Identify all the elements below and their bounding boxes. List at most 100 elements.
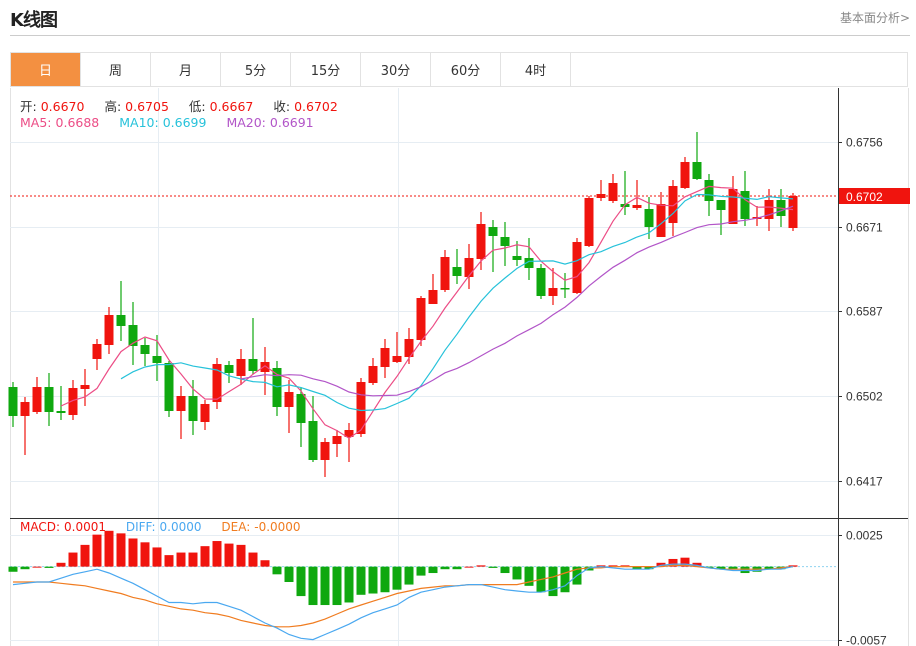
macd-bar: [740, 566, 750, 574]
macd-y-tick-label: 0.0025: [846, 529, 883, 543]
macd-bar: [224, 543, 234, 567]
candle-body: [44, 387, 54, 412]
candle-body: [320, 442, 330, 460]
candle-body: [452, 267, 462, 276]
candle-body: [536, 268, 546, 296]
macd-bar: [512, 566, 522, 580]
dea-label: DEA:: [221, 520, 251, 534]
candle-body: [284, 392, 294, 407]
candle-body: [392, 356, 402, 362]
candle-body: [500, 237, 510, 246]
candle-body: [608, 183, 618, 201]
candle-body: [380, 348, 390, 367]
macd-bar: [212, 541, 222, 567]
open-value: 0.6670: [40, 99, 85, 114]
candle-body: [428, 290, 438, 304]
y-tick-label: 0.6417: [846, 475, 883, 489]
candle: [596, 180, 606, 201]
macd-bar: [296, 566, 306, 597]
candle-body: [224, 365, 234, 373]
macd-bar: [188, 552, 198, 567]
candle-body: [164, 363, 174, 411]
macd-bar: [416, 566, 426, 576]
candle-body: [260, 362, 270, 372]
candle-body: [632, 205, 642, 208]
macd-bar: [260, 560, 270, 567]
candle: [56, 386, 66, 420]
candle: [488, 220, 498, 272]
candle-body: [740, 191, 750, 219]
high-value: 0.6705: [125, 99, 169, 114]
candle-body: [248, 359, 258, 371]
candle: [272, 361, 282, 416]
low-label: 低:: [188, 99, 206, 114]
candle-body: [572, 242, 582, 293]
candle: [416, 296, 426, 346]
candle-body: [416, 298, 426, 340]
macd-bar: [284, 566, 294, 582]
candle-body: [200, 404, 210, 422]
candle: [176, 386, 186, 439]
candle-body: [584, 198, 594, 246]
candle-body: [476, 224, 486, 259]
candle: [356, 378, 366, 437]
macd-bar: [44, 566, 54, 568]
macd-bar: [392, 566, 402, 590]
close-label: 收:: [273, 99, 291, 114]
candle: [380, 339, 390, 378]
candle: [728, 176, 738, 224]
candle: [200, 400, 210, 430]
candle: [260, 347, 270, 395]
candle-body: [308, 421, 318, 460]
macd-bar: [368, 566, 378, 594]
candle-body: [152, 356, 162, 363]
ma10-line: [120, 193, 794, 412]
macd-bar: [452, 566, 462, 570]
candle: [464, 244, 474, 289]
candle-body: [116, 315, 126, 326]
candle: [428, 274, 438, 304]
y-tick-label: 0.6671: [846, 221, 883, 235]
macd-bar: [236, 544, 246, 567]
candle: [308, 396, 318, 462]
candle: [32, 377, 42, 414]
candle-body: [680, 162, 690, 188]
high-label: 高:: [104, 99, 122, 114]
macd-bar: [56, 562, 66, 567]
candle-body: [668, 186, 678, 223]
macd-bar: [308, 566, 318, 606]
macd-bar: [560, 566, 570, 593]
macd-bar: [272, 566, 282, 575]
macd-bar: [488, 566, 498, 568]
candle-body: [140, 345, 150, 354]
candle-body: [8, 387, 18, 416]
macd-bar: [428, 566, 438, 574]
candle-body: [80, 385, 90, 389]
macd-bar: [320, 566, 330, 606]
candle: [104, 307, 114, 354]
macd-bar: [548, 566, 558, 597]
candle-body: [788, 196, 798, 228]
candle: [224, 361, 234, 383]
macd-bar: [92, 534, 102, 567]
ma20-value: 0.6691: [269, 115, 314, 130]
candle: [572, 238, 582, 294]
candle: [716, 200, 726, 235]
candle-body: [56, 411, 66, 413]
macd-value: 0.0001: [64, 520, 107, 534]
dea-line: [13, 564, 794, 628]
current-price-label: 0.6702: [846, 190, 883, 204]
ma10-label: MA10:: [119, 115, 159, 130]
candle: [20, 397, 30, 455]
macd-bar: [116, 533, 126, 567]
candle-body: [464, 258, 474, 277]
macd-bar: [164, 555, 174, 567]
candle: [332, 430, 342, 457]
candle-body: [236, 359, 246, 376]
candle-body: [92, 344, 102, 359]
candle: [8, 382, 18, 427]
macd-bar: [440, 566, 450, 570]
candle: [524, 238, 534, 280]
macd-bar: [140, 542, 150, 567]
candle: [44, 373, 54, 426]
